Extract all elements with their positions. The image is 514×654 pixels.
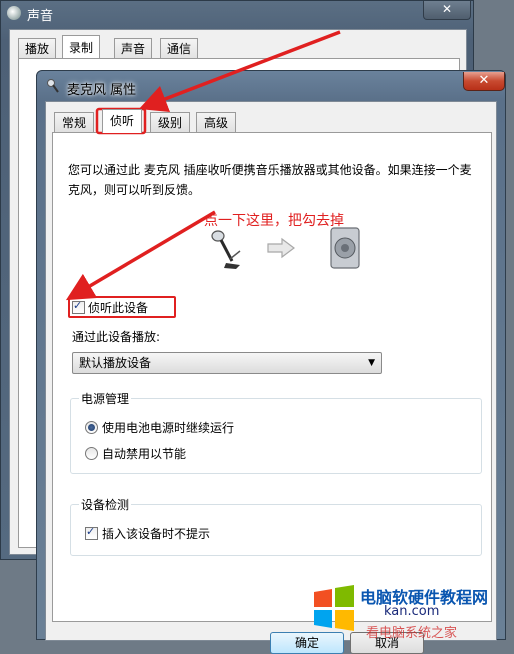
microphone-close-button[interactable]: ✕ xyxy=(463,72,505,91)
power-management-group: 电源管理 使用电池电源时继续运行 自动禁用以节能 xyxy=(70,390,482,474)
listen-description: 您可以通过此 麦克风 插座收听便携音乐播放器或其他设备。如果连接一个麦克风，则可… xyxy=(68,163,472,197)
radio-keep-running[interactable] xyxy=(85,421,98,434)
tab-general[interactable]: 常规 xyxy=(54,112,95,132)
playback-device-label: 通过此设备播放: xyxy=(72,330,161,344)
tab-playback[interactable]: 播放 xyxy=(18,38,57,59)
microphone-dialog-title: 麦克风 属性 xyxy=(67,83,137,98)
sound-dialog-title: 声音 xyxy=(27,9,54,24)
listen-highlight-box xyxy=(68,296,176,318)
power-option-keep-running[interactable]: 使用电池电源时继续运行 xyxy=(85,419,234,436)
microphone-icon xyxy=(211,230,241,269)
device-detection-title: 设备检测 xyxy=(79,496,132,513)
microphone-properties-dialog: 麦克风 属性 ✕ 常规 侦听 级别 高级 您可以通过此 麦克风 插座收听便携音乐… xyxy=(36,70,506,654)
windows-logo-icon xyxy=(314,585,354,631)
power-management-title: 电源管理 xyxy=(79,390,132,407)
no-prompt-row[interactable]: 插入该设备时不提示 xyxy=(85,525,210,542)
power-option-label: 使用电池电源时继续运行 xyxy=(102,421,235,435)
power-option-label: 自动禁用以节能 xyxy=(102,447,187,461)
microphone-title-icon xyxy=(47,79,59,93)
no-prompt-checkbox[interactable] xyxy=(85,525,98,540)
device-detection-group: 设备检测 插入该设备时不提示 xyxy=(70,496,482,556)
sound-close-button[interactable]: ✕ xyxy=(423,1,471,20)
speaker-icon xyxy=(330,227,360,269)
watermark-subtitle: 看电脑系统之家 xyxy=(366,626,458,641)
dropdown-arrow-icon: ▼ xyxy=(368,358,375,368)
sound-dialog-titlebar[interactable]: 声音 ✕ xyxy=(1,1,473,25)
microphone-dialog-body: 常规 侦听 级别 高级 您可以通过此 麦克风 插座收听便携音乐播放器或其他设备。… xyxy=(45,101,497,654)
power-option-auto-disable[interactable]: 自动禁用以节能 xyxy=(85,445,186,462)
playback-device-value: 默认播放设备 xyxy=(79,356,152,370)
playback-device-select[interactable]: 默认播放设备 ▼ xyxy=(72,352,382,374)
tab-sounds[interactable]: 声音 xyxy=(114,38,153,59)
tab-communications[interactable]: 通信 xyxy=(160,38,199,59)
watermark-url: kan.com xyxy=(384,604,440,619)
tab-listen[interactable]: 侦听 xyxy=(102,109,143,133)
tab-recording[interactable]: 录制 xyxy=(62,35,101,60)
site-watermark: 电脑软硬件教程网 kan.com 看电脑系统之家 xyxy=(310,584,514,641)
radio-auto-disable[interactable] xyxy=(85,447,98,460)
right-arrow-icon xyxy=(267,237,295,259)
tab-levels[interactable]: 级别 xyxy=(150,112,191,132)
speaker-title-icon xyxy=(7,6,21,20)
no-prompt-label: 插入该设备时不提示 xyxy=(102,527,211,541)
tab-advanced[interactable]: 高级 xyxy=(196,112,237,132)
